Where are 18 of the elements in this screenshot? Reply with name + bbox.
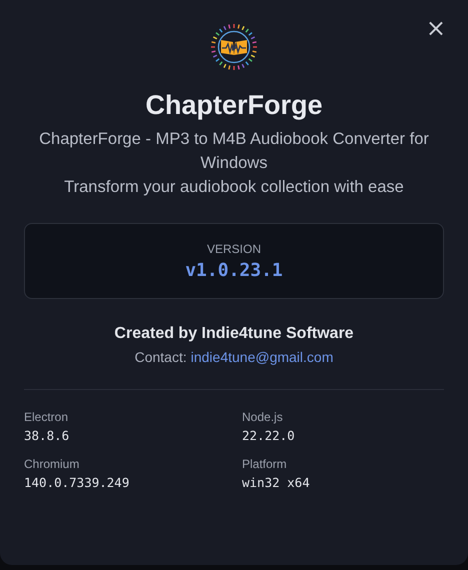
close-button[interactable]: × [424,16,448,40]
detail-value: win32 x64 [242,475,311,490]
version-label: VERSION [206,242,261,256]
detail-value: 22.22.0 [242,428,296,443]
app-description: Transform your audiobook collection with ease [64,177,404,198]
app-logo-icon [209,22,259,72]
author-credit: Created by Indie4tune Software [114,325,354,343]
detail-value: 140.0.7339.249 [24,475,130,490]
app-title: ChapterForge [145,90,323,121]
detail-value: 38.8.6 [24,428,70,443]
detail-label: Chromium [24,457,80,471]
email-link[interactable]: indie4tune@gmail.com [190,349,334,365]
version-number: v1.0.23.1 [185,260,283,280]
detail-label: Electron [24,410,70,424]
detail-label: Platform [242,457,288,471]
app-description: ChapterForge - MP3 to M4B Audiobook Converter for Windows [38,129,430,174]
contact-label: Contact: [134,349,187,365]
detail-label: Node.js [242,410,284,424]
